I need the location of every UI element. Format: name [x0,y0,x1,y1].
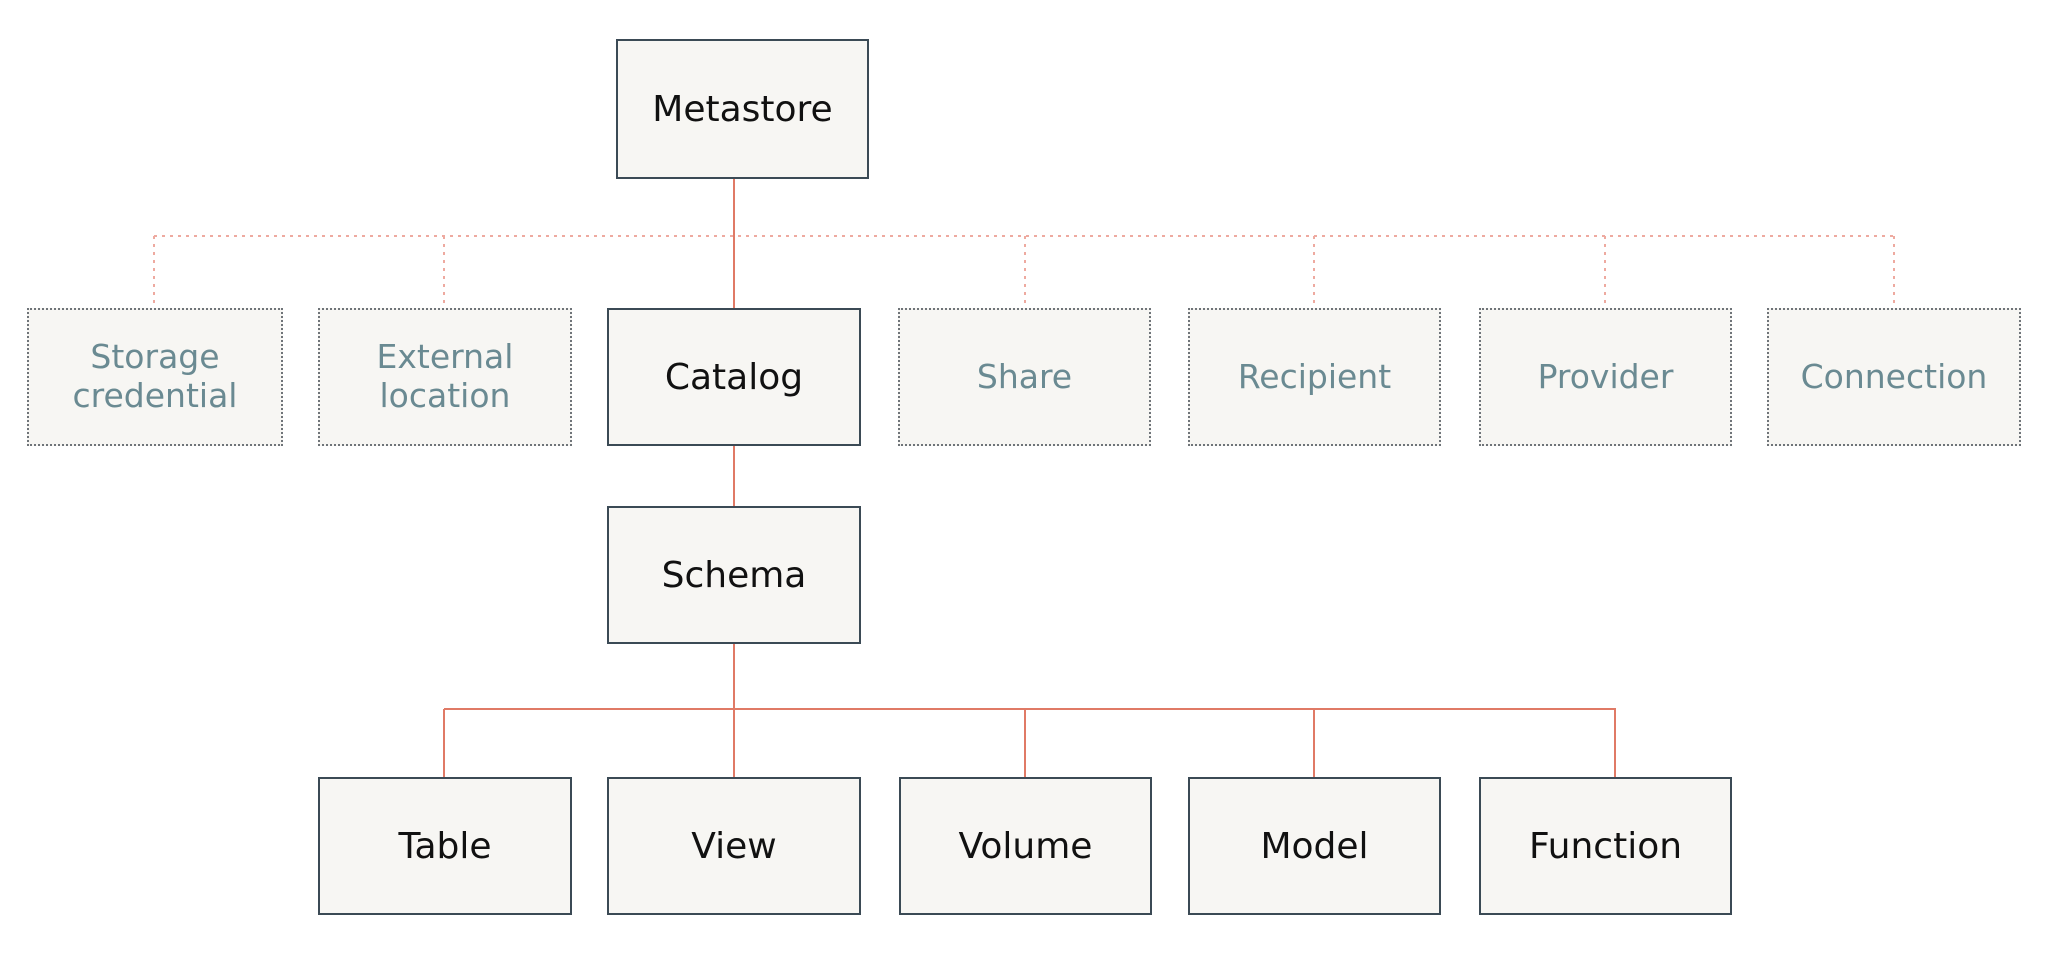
node-label: External location [376,337,514,415]
node-share: Share [898,308,1151,446]
node-label: Connection [1800,356,1988,396]
node-label: Recipient [1237,356,1392,396]
node-storage-credential: Storage credential [27,308,283,446]
node-provider: Provider [1479,308,1732,446]
node-label: Metastore [652,88,833,130]
node-schema: Schema [607,506,861,644]
node-recipient: Recipient [1188,308,1441,446]
node-function: Function [1479,777,1732,915]
node-label: Share [976,356,1073,396]
node-table: Table [318,777,572,915]
node-label: Function [1528,825,1683,867]
node-label: Volume [958,825,1093,867]
node-model: Model [1188,777,1441,915]
hierarchy-diagram: Metastore Storage credential External lo… [0,0,2048,959]
node-label: View [691,825,777,867]
node-label: Provider [1537,356,1674,396]
node-external-location: External location [318,308,572,446]
node-connection: Connection [1767,308,2021,446]
node-label: Table [398,825,492,867]
node-label: Schema [661,554,807,596]
node-label: Storage credential [72,337,238,415]
node-metastore: Metastore [616,39,869,179]
node-catalog: Catalog [607,308,861,446]
node-view: View [607,777,861,915]
node-label: Model [1260,825,1369,867]
node-label: Catalog [664,356,804,398]
node-volume: Volume [899,777,1152,915]
